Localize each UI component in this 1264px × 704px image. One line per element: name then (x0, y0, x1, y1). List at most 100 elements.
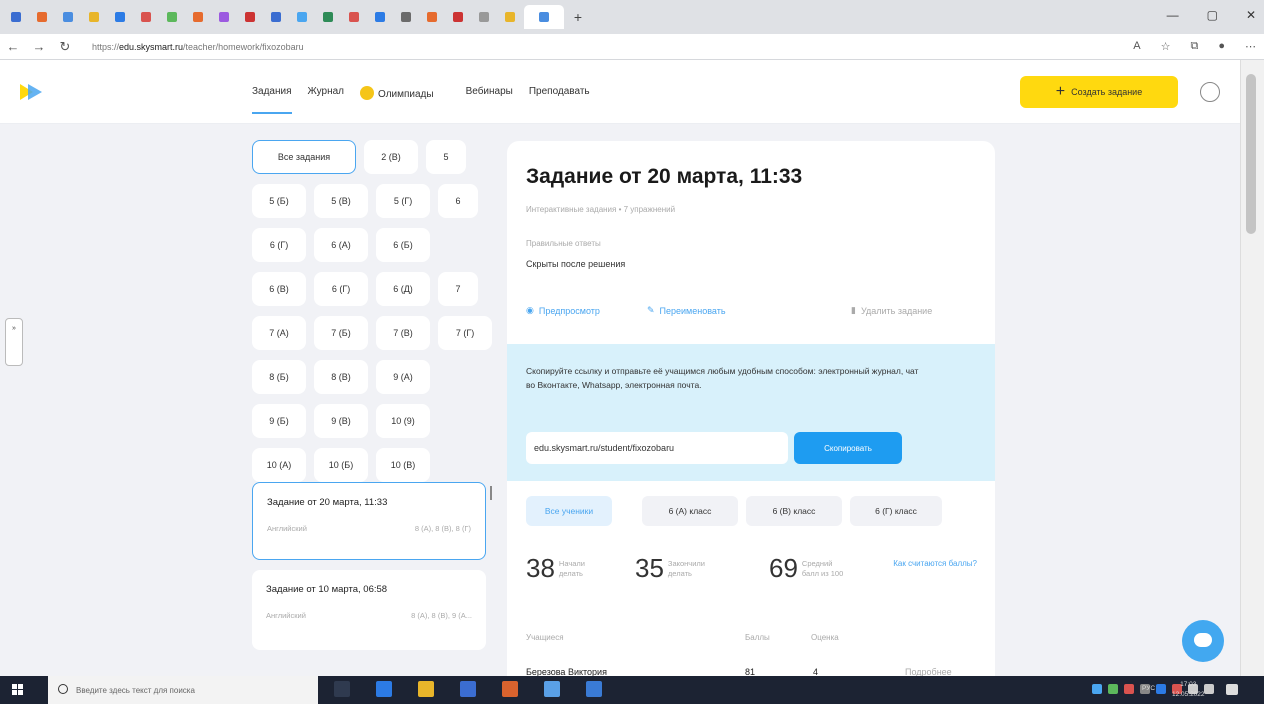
browser-tab[interactable] (446, 5, 470, 29)
create-assignment-button[interactable]: + Создать задание (1020, 76, 1178, 108)
read-aloud-icon[interactable]: A (1133, 40, 1140, 53)
class-filter-chip[interactable]: 6 (Г) (252, 228, 306, 262)
browser-tab[interactable] (264, 5, 288, 29)
language-indicator[interactable]: РУС (1142, 685, 1155, 692)
skysmart-logo[interactable] (20, 84, 46, 100)
store-icon[interactable] (460, 681, 476, 697)
windows-start-icon[interactable] (12, 684, 24, 696)
class-filter-chip[interactable]: 8 (Б) (252, 360, 306, 394)
class-filter-chip[interactable]: 8 (В) (314, 360, 368, 394)
preview-button[interactable]: ◉ Предпросмотр (526, 305, 600, 316)
app-icon[interactable] (544, 681, 560, 697)
class-filter-chip[interactable]: 6 (Г) (314, 272, 368, 306)
browser-tab[interactable] (56, 5, 80, 29)
browser-tab[interactable] (420, 5, 444, 29)
scrollbar-thumb[interactable] (1246, 74, 1256, 234)
nav-tab-journal[interactable]: Журнал (308, 86, 345, 100)
forward-icon[interactable]: → (26, 39, 52, 54)
class-filter-chip[interactable]: 10 (Б) (314, 448, 368, 482)
photos-icon[interactable] (586, 681, 602, 697)
class-filter-chip[interactable]: 10 (В) (376, 448, 430, 482)
class-filter-chip[interactable]: 6 (Б) (376, 228, 430, 262)
more-menu-icon[interactable]: ⋯ (1245, 40, 1256, 53)
class-filter-chip[interactable]: 9 (В) (314, 404, 368, 438)
browser-tab[interactable] (472, 5, 496, 29)
nav-tab-webinars[interactable]: Вебинары (466, 86, 513, 100)
browser-tab[interactable] (212, 5, 236, 29)
class-filter-chip[interactable]: Все задания (252, 140, 356, 174)
filter-class-6g[interactable]: 6 (Г) класс (850, 496, 942, 526)
class-filter-chip[interactable]: 6 (В) (252, 272, 306, 306)
taskbar-clock[interactable]: 17:03 12.05.2022 (1172, 680, 1205, 700)
support-chat-button[interactable] (1182, 620, 1224, 662)
copy-link-button[interactable]: Скопировать (794, 432, 902, 464)
nav-tab-teach[interactable]: Преподавать (529, 86, 590, 100)
nav-tab-olympiads[interactable]: Олимпиады (360, 86, 450, 100)
assignment-card[interactable]: Задание от 20 марта, 11:33 Английский 8 (… (252, 482, 486, 560)
browser-tab[interactable] (238, 5, 262, 29)
volume-icon[interactable] (1204, 684, 1214, 694)
class-filter-chip[interactable]: 5 (В) (314, 184, 368, 218)
browser-tab[interactable] (134, 5, 158, 29)
class-filter-chip[interactable]: 5 (Б) (252, 184, 306, 218)
class-filter-chip[interactable]: 7 (В) (376, 316, 430, 350)
favorite-star-icon[interactable]: ☆ (1161, 40, 1171, 53)
assignment-card[interactable]: Задание от 10 марта, 06:58 Английский 8 (… (252, 570, 486, 650)
tray-icon[interactable] (1124, 684, 1134, 694)
taskbar-search-input[interactable]: Введите здесь текст для поиска (48, 676, 318, 704)
collections-icon[interactable]: ⧉ (1190, 40, 1198, 53)
class-filter-chip[interactable]: 9 (Б) (252, 404, 306, 438)
back-icon[interactable]: ← (0, 39, 26, 54)
class-filter-chip[interactable]: 9 (А) (376, 360, 430, 394)
class-filter-chip[interactable]: 6 (А) (314, 228, 368, 262)
browser-tab[interactable] (82, 5, 106, 29)
maximize-button[interactable]: ▢ (1207, 8, 1218, 22)
tray-icon[interactable] (1108, 684, 1118, 694)
class-filter-chip[interactable]: 7 (Г) (438, 316, 492, 350)
page-scrollbar[interactable] (1240, 60, 1264, 676)
browser-tab[interactable] (394, 5, 418, 29)
new-tab-button[interactable]: + (566, 5, 590, 29)
minimize-button[interactable]: — (1167, 8, 1179, 22)
edge-icon[interactable] (376, 681, 392, 697)
class-filter-chip[interactable]: 10 (А) (252, 448, 306, 482)
browser-tab[interactable] (30, 5, 54, 29)
task-view-icon[interactable] (334, 681, 350, 697)
filter-all-students[interactable]: Все ученики (526, 496, 612, 526)
list-resize-handle[interactable] (490, 486, 492, 500)
browser-tab[interactable] (342, 5, 366, 29)
nav-tab-assignments[interactable]: Задания (252, 86, 292, 114)
user-avatar-icon[interactable] (1200, 82, 1220, 102)
class-filter-chip[interactable]: 6 (Д) (376, 272, 430, 306)
browser-tab[interactable] (160, 5, 184, 29)
side-panel-handle[interactable]: » (5, 318, 23, 366)
class-filter-chip[interactable]: 7 (А) (252, 316, 306, 350)
tray-icon[interactable] (1092, 684, 1102, 694)
browser-tab[interactable] (316, 5, 340, 29)
browser-tab[interactable] (186, 5, 210, 29)
browser-tab[interactable] (368, 5, 392, 29)
class-filter-chip[interactable]: 5 (Г) (376, 184, 430, 218)
class-filter-chip[interactable]: 2 (В) (364, 140, 418, 174)
browser-tab[interactable] (108, 5, 132, 29)
office-icon[interactable] (502, 681, 518, 697)
student-link-field[interactable]: edu.skysmart.ru/student/fixozobaru (526, 432, 788, 464)
class-filter-chip[interactable]: 6 (438, 184, 478, 218)
refresh-icon[interactable]: ↻ (52, 39, 78, 55)
tray-icon[interactable] (1156, 684, 1166, 694)
delete-assignment-button[interactable]: ▮ Удалить задание (851, 305, 932, 316)
how-scores-link[interactable]: Как считаются баллы? (877, 557, 977, 570)
browser-tab[interactable] (498, 5, 522, 29)
browser-tab[interactable] (4, 5, 28, 29)
class-filter-chip[interactable]: 10 (9) (376, 404, 430, 438)
notification-center-icon[interactable] (1226, 684, 1238, 695)
browser-tab[interactable] (290, 5, 314, 29)
browser-tab[interactable] (524, 5, 564, 29)
class-filter-chip[interactable]: 7 (438, 272, 478, 306)
profile-icon[interactable]: ● (1218, 40, 1225, 53)
class-filter-chip[interactable]: 5 (426, 140, 466, 174)
class-filter-chip[interactable]: 7 (Б) (314, 316, 368, 350)
close-window-button[interactable]: ✕ (1246, 8, 1256, 22)
filter-class-6a[interactable]: 6 (А) класс (642, 496, 738, 526)
file-explorer-icon[interactable] (418, 681, 434, 697)
